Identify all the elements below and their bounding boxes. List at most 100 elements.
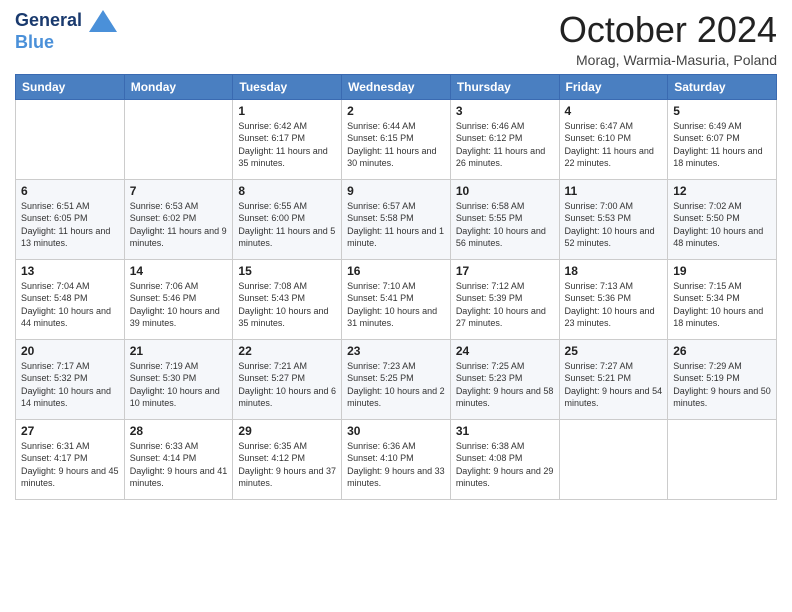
day-cell: 8 Sunrise: 6:55 AMSunset: 6:00 PMDaylight… (233, 179, 342, 259)
day-number: 20 (21, 344, 119, 358)
day-cell: 14 Sunrise: 7:06 AMSunset: 5:46 PMDayligh… (124, 259, 233, 339)
day-info: Sunrise: 6:57 AMSunset: 5:58 PMDaylight:… (347, 200, 445, 250)
logo-general: General (15, 10, 82, 30)
day-cell: 16 Sunrise: 7:10 AMSunset: 5:41 PMDayligh… (342, 259, 451, 339)
calendar-table: SundayMondayTuesdayWednesdayThursdayFrid… (15, 74, 777, 500)
day-number: 6 (21, 184, 119, 198)
header-row: SundayMondayTuesdayWednesdayThursdayFrid… (16, 74, 777, 99)
day-number: 3 (456, 104, 554, 118)
day-number: 4 (565, 104, 663, 118)
day-info: Sunrise: 7:15 AMSunset: 5:34 PMDaylight:… (673, 280, 771, 330)
day-info: Sunrise: 7:12 AMSunset: 5:39 PMDaylight:… (456, 280, 554, 330)
day-number: 18 (565, 264, 663, 278)
week-row-1: 1Sunrise: 6:42 AMSunset: 6:17 PMDaylight… (16, 99, 777, 179)
col-header-friday: Friday (559, 74, 668, 99)
col-header-monday: Monday (124, 74, 233, 99)
day-info: Sunrise: 7:25 AMSunset: 5:23 PMDaylight:… (456, 360, 554, 410)
day-cell: 25Sunrise: 7:27 AMSunset: 5:21 PMDayligh… (559, 339, 668, 419)
day-number: 7 (130, 184, 228, 198)
day-number: 28 (130, 424, 228, 438)
day-number: 19 (673, 264, 771, 278)
day-cell: 15Sunrise: 7:08 AMSunset: 5:43 PMDayligh… (233, 259, 342, 339)
day-cell: 27Sunrise: 6:31 AMSunset: 4:17 PMDayligh… (16, 419, 125, 499)
day-cell: 19 Sunrise: 7:15 AMSunset: 5:34 PMDayligh… (668, 259, 777, 339)
day-cell (124, 99, 233, 179)
day-info: Sunrise: 6:51 AMSunset: 6:05 PMDaylight:… (21, 200, 119, 250)
day-number: 11 (565, 184, 663, 198)
day-info: Sunrise: 7:06 AMSunset: 5:46 PMDaylight:… (130, 280, 228, 330)
day-number: 14 (130, 264, 228, 278)
day-info: Sunrise: 7:21 AMSunset: 5:27 PMDaylight:… (238, 360, 336, 410)
day-cell: 21Sunrise: 7:19 AMSunset: 5:30 PMDayligh… (124, 339, 233, 419)
day-cell: 20Sunrise: 7:17 AMSunset: 5:32 PMDayligh… (16, 339, 125, 419)
day-info: Sunrise: 6:53 AMSunset: 6:02 PMDaylight:… (130, 200, 228, 250)
day-info: Sunrise: 6:55 AMSunset: 6:00 PMDaylight:… (238, 200, 336, 250)
day-number: 29 (238, 424, 336, 438)
day-number: 26 (673, 344, 771, 358)
day-info: Sunrise: 6:58 AMSunset: 5:55 PMDaylight:… (456, 200, 554, 250)
calendar-body: 1Sunrise: 6:42 AMSunset: 6:17 PMDaylight… (16, 99, 777, 499)
day-info: Sunrise: 6:36 AMSunset: 4:10 PMDaylight:… (347, 440, 445, 490)
week-row-3: 13 Sunrise: 7:04 AMSunset: 5:48 PMDayligh… (16, 259, 777, 339)
day-info: Sunrise: 6:49 AMSunset: 6:07 PMDaylight:… (673, 120, 771, 170)
day-number: 5 (673, 104, 771, 118)
day-info: Sunrise: 7:10 AMSunset: 5:41 PMDaylight:… (347, 280, 445, 330)
logo-blue: Blue (15, 32, 117, 53)
day-cell (559, 419, 668, 499)
day-cell: 2Sunrise: 6:44 AMSunset: 6:15 PMDaylight… (342, 99, 451, 179)
day-info: Sunrise: 7:29 AMSunset: 5:19 PMDaylight:… (673, 360, 771, 410)
calendar-header: SundayMondayTuesdayWednesdayThursdayFrid… (16, 74, 777, 99)
day-number: 13 (21, 264, 119, 278)
day-number: 22 (238, 344, 336, 358)
day-cell: 7 Sunrise: 6:53 AMSunset: 6:02 PMDaylight… (124, 179, 233, 259)
day-info: Sunrise: 6:47 AMSunset: 6:10 PMDaylight:… (565, 120, 663, 170)
month-title: October 2024 (559, 10, 777, 50)
day-cell: 12Sunrise: 7:02 AMSunset: 5:50 PMDayligh… (668, 179, 777, 259)
day-cell: 9 Sunrise: 6:57 AMSunset: 5:58 PMDaylight… (342, 179, 451, 259)
logo-text: General Blue (15, 10, 117, 53)
day-cell: 26 Sunrise: 7:29 AMSunset: 5:19 PMDayligh… (668, 339, 777, 419)
day-number: 15 (238, 264, 336, 278)
day-number: 27 (21, 424, 119, 438)
week-row-4: 20Sunrise: 7:17 AMSunset: 5:32 PMDayligh… (16, 339, 777, 419)
day-cell: 23 Sunrise: 7:23 AMSunset: 5:25 PMDayligh… (342, 339, 451, 419)
day-info: Sunrise: 7:23 AMSunset: 5:25 PMDaylight:… (347, 360, 445, 410)
day-cell: 11Sunrise: 7:00 AMSunset: 5:53 PMDayligh… (559, 179, 668, 259)
day-cell: 29 Sunrise: 6:35 AMSunset: 4:12 PMDayligh… (233, 419, 342, 499)
page: General Blue October 2024 Morag, Warmia-… (0, 0, 792, 510)
col-header-sunday: Sunday (16, 74, 125, 99)
logo-icon (89, 10, 117, 32)
day-number: 10 (456, 184, 554, 198)
day-cell (668, 419, 777, 499)
col-header-saturday: Saturday (668, 74, 777, 99)
day-number: 8 (238, 184, 336, 198)
day-info: Sunrise: 6:44 AMSunset: 6:15 PMDaylight:… (347, 120, 445, 170)
day-info: Sunrise: 7:13 AMSunset: 5:36 PMDaylight:… (565, 280, 663, 330)
day-number: 9 (347, 184, 445, 198)
day-cell: 24Sunrise: 7:25 AMSunset: 5:23 PMDayligh… (450, 339, 559, 419)
day-cell: 5 Sunrise: 6:49 AMSunset: 6:07 PMDaylight… (668, 99, 777, 179)
logo: General Blue (15, 10, 117, 53)
day-info: Sunrise: 6:46 AMSunset: 6:12 PMDaylight:… (456, 120, 554, 170)
col-header-wednesday: Wednesday (342, 74, 451, 99)
day-number: 30 (347, 424, 445, 438)
day-number: 12 (673, 184, 771, 198)
day-cell: 6 Sunrise: 6:51 AMSunset: 6:05 PMDaylight… (16, 179, 125, 259)
day-cell: 1Sunrise: 6:42 AMSunset: 6:17 PMDaylight… (233, 99, 342, 179)
day-number: 23 (347, 344, 445, 358)
day-number: 16 (347, 264, 445, 278)
day-cell: 17Sunrise: 7:12 AMSunset: 5:39 PMDayligh… (450, 259, 559, 339)
day-info: Sunrise: 7:04 AMSunset: 5:48 PMDaylight:… (21, 280, 119, 330)
day-cell: 13 Sunrise: 7:04 AMSunset: 5:48 PMDayligh… (16, 259, 125, 339)
week-row-2: 6 Sunrise: 6:51 AMSunset: 6:05 PMDaylight… (16, 179, 777, 259)
day-info: Sunrise: 6:38 AMSunset: 4:08 PMDaylight:… (456, 440, 554, 490)
col-header-thursday: Thursday (450, 74, 559, 99)
day-info: Sunrise: 7:27 AMSunset: 5:21 PMDaylight:… (565, 360, 663, 410)
day-number: 31 (456, 424, 554, 438)
day-number: 1 (238, 104, 336, 118)
day-cell: 22 Sunrise: 7:21 AMSunset: 5:27 PMDayligh… (233, 339, 342, 419)
week-row-5: 27Sunrise: 6:31 AMSunset: 4:17 PMDayligh… (16, 419, 777, 499)
day-info: Sunrise: 6:35 AMSunset: 4:12 PMDaylight:… (238, 440, 336, 490)
day-cell: 31 Sunrise: 6:38 AMSunset: 4:08 PMDayligh… (450, 419, 559, 499)
title-section: October 2024 Morag, Warmia-Masuria, Pola… (559, 10, 777, 68)
